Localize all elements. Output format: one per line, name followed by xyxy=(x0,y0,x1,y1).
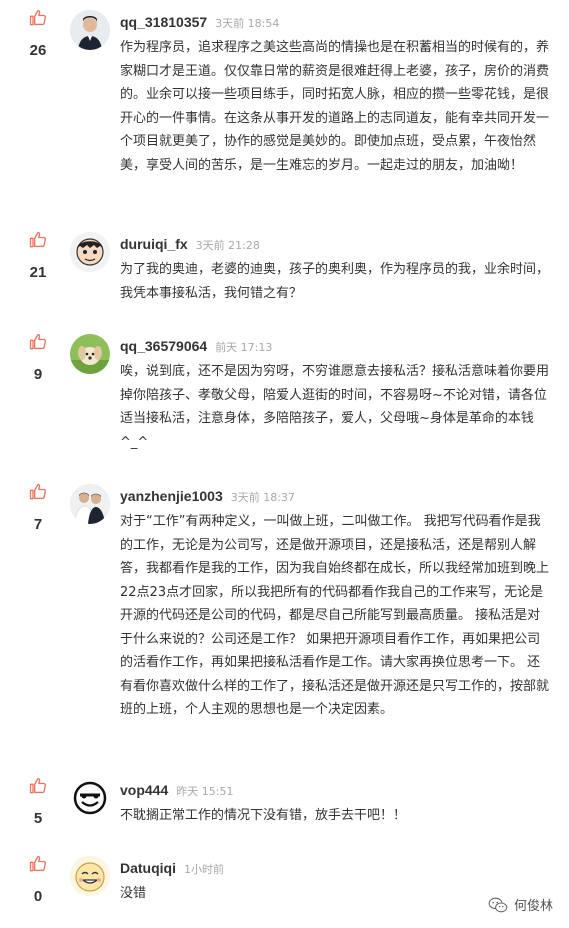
watermark-text: 何俊林 xyxy=(513,899,553,914)
like-group: 21 xyxy=(22,230,54,281)
timestamp: 前天 17:13 xyxy=(215,341,273,354)
like-group: 7 xyxy=(22,482,54,533)
like-count: 0 xyxy=(33,888,43,905)
username[interactable]: Datuqiqi xyxy=(120,860,176,876)
comment-text: 对于“工作”有两种定义，一叫做上班，二叫做工作。 我把写代码看作是我的工作，无论… xyxy=(120,514,550,717)
like-group: 9 xyxy=(22,332,54,383)
username[interactable]: yanzhenjie1003 xyxy=(120,488,223,504)
like-count: 7 xyxy=(33,516,43,533)
like-count: 26 xyxy=(29,42,47,59)
avatar[interactable] xyxy=(70,334,110,374)
timestamp: 1小时前 xyxy=(184,863,224,876)
avatar[interactable] xyxy=(70,856,110,896)
comment-text: 不耽搁正常工作的情况下没有错，放手去干吧！！ xyxy=(120,808,407,823)
avatar[interactable] xyxy=(70,232,110,272)
username[interactable]: qq_31810357 xyxy=(120,14,207,30)
timestamp: 3天前 18:54 xyxy=(215,17,280,30)
avatar[interactable] xyxy=(70,778,110,818)
comment-text: 作为程序员，追求程序之美这些高尚的情操也是在积蓄相当的时候有的，养家糊口才是王道… xyxy=(120,40,550,173)
timestamp: 昨天 15:51 xyxy=(176,785,234,798)
watermark: 何俊林 xyxy=(488,895,553,914)
thumbs-up-icon[interactable] xyxy=(28,8,48,28)
like-group: 5 xyxy=(22,776,54,827)
avatar[interactable] xyxy=(70,484,110,524)
wechat-icon xyxy=(488,897,508,912)
like-count: 5 xyxy=(33,810,43,827)
thumbs-up-icon[interactable] xyxy=(28,332,48,352)
username[interactable]: qq_36579064 xyxy=(120,338,207,354)
timestamp: 3天前 21:28 xyxy=(195,239,260,252)
like-count: 21 xyxy=(29,264,47,281)
like-group: 0 xyxy=(22,854,54,905)
thumbs-up-icon[interactable] xyxy=(28,776,48,796)
comment-text: 唉，说到底，还不是因为穷呀，不穷谁愿意去接私活？接私活意味着你要用掉你陪孩子、孝… xyxy=(120,364,550,450)
like-group: 26 xyxy=(22,8,54,59)
thumbs-up-icon[interactable] xyxy=(28,230,48,250)
avatar[interactable] xyxy=(70,10,110,50)
username[interactable]: duruiqi_fx xyxy=(120,236,188,252)
thumbs-up-icon[interactable] xyxy=(28,482,48,502)
comment-text: 为了我的奥迪，老婆的迪奥，孩子的奥利奥，作为程序员的我，业余时间，我凭本事接私活… xyxy=(120,262,550,301)
like-count: 9 xyxy=(33,366,43,383)
thumbs-up-icon[interactable] xyxy=(28,854,48,874)
username[interactable]: vop444 xyxy=(120,782,168,798)
timestamp: 3天前 18:37 xyxy=(230,491,295,504)
